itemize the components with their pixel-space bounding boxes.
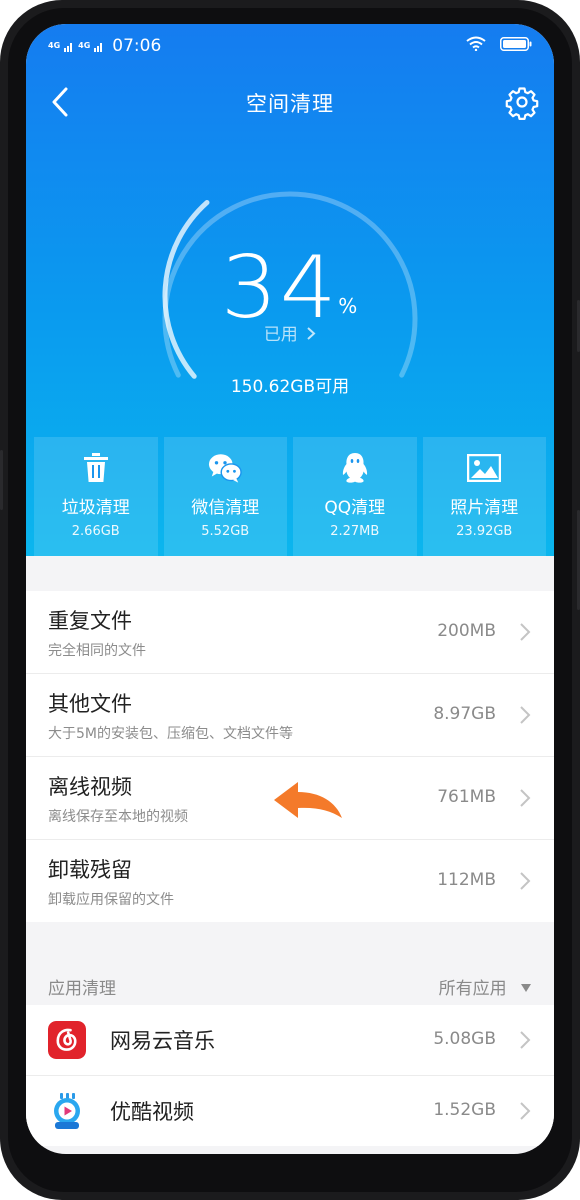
available-space: 150.62GB可用: [230, 377, 350, 397]
item-subtitle: 大于5M的安装包、压缩包、文档文件等: [48, 726, 293, 742]
item-title: 离线视频: [48, 775, 132, 799]
app-name: 网易云音乐: [110, 1029, 215, 1053]
app-filter-label: 所有应用: [438, 979, 507, 999]
clock: 07:06: [112, 36, 162, 56]
item-size: 761MB: [437, 787, 496, 807]
item-subtitle: 卸载应用保留的文件: [48, 892, 174, 908]
tile-junk-clean[interactable]: 垃圾清理 2.66GB: [34, 437, 158, 557]
app-list: 网易云音乐 5.08GB 优酷视频 1.52GB: [26, 1005, 554, 1146]
tile-photo-clean[interactable]: 照片清理 23.92GB: [422, 437, 546, 557]
tile-size: 5.52GB: [201, 524, 250, 539]
used-label: 已用: [263, 325, 298, 345]
photo-icon: [467, 454, 502, 482]
list-item-other-files[interactable]: 其他文件 大于5M的安装包、压缩包、文档文件等 8.97GB: [26, 674, 554, 757]
side-key: [0, 450, 3, 510]
usage-percent-sign: %: [338, 294, 358, 318]
item-title: 卸载残留: [48, 858, 132, 882]
list-item-uninstall-residue[interactable]: 卸载残留 卸载应用保留的文件 112MB: [26, 840, 554, 922]
chevron-right-icon: [520, 623, 531, 641]
gear-icon[interactable]: [504, 84, 540, 120]
item-subtitle: 离线保存至本地的视频: [48, 809, 188, 825]
tile-name: 微信清理: [191, 498, 260, 518]
tile-qq-clean[interactable]: QQ清理 2.27MB: [293, 437, 417, 557]
chevron-right-icon: [520, 872, 531, 890]
tile-name: QQ清理: [324, 498, 386, 518]
status-bar: 4G 4G 07:06: [26, 24, 554, 64]
storage-hero: 4G 4G 07:06 空间清理 34% 已用 150.62GB可用 垃圾清理 …: [26, 24, 554, 557]
screen: 4G 4G 07:06 空间清理 34% 已用 150.62GB可用 垃圾清理 …: [26, 24, 554, 1154]
item-size: 112MB: [437, 870, 496, 890]
item-size: 8.97GB: [433, 704, 496, 724]
item-title: 其他文件: [48, 692, 132, 716]
chevron-right-icon: [307, 327, 316, 340]
chevron-right-icon: [520, 706, 531, 724]
tile-size: 23.92GB: [456, 524, 513, 539]
app-filter-dropdown[interactable]: 所有应用: [439, 974, 532, 999]
file-category-list: 重复文件 完全相同的文件 200MB 其他文件 大于5M的安装包、压缩包、文档文…: [26, 591, 554, 922]
top-bar: 空间清理: [26, 80, 554, 124]
tile-size: 2.27MB: [330, 524, 380, 539]
app-cleanup-label: 应用清理: [48, 979, 116, 999]
signal-bars-icon: [94, 42, 103, 52]
list-item-duplicate-files[interactable]: 重复文件 完全相同的文件 200MB: [26, 591, 554, 674]
used-link[interactable]: 已用: [26, 320, 554, 345]
page-title: 空间清理: [246, 92, 334, 116]
app-cleanup-header: 应用清理 所有应用: [26, 962, 554, 1006]
list-item-youku[interactable]: 优酷视频 1.52GB: [26, 1076, 554, 1146]
chevron-right-icon: [520, 1031, 531, 1049]
qq-penguin-icon: [342, 453, 367, 483]
signal-bars-icon: [64, 42, 73, 52]
phone-frame: 4G 4G 07:06 空间清理 34% 已用 150.62GB可用 垃圾清理 …: [0, 0, 580, 1200]
app-name: 优酷视频: [110, 1100, 194, 1124]
chevron-right-icon: [520, 789, 531, 807]
cleaner-tiles: 垃圾清理 2.66GB 微信清理 5.52GB QQ清理 2.27MB 照片清理…: [34, 437, 546, 557]
tile-name: 垃圾清理: [61, 498, 130, 518]
tile-wechat-clean[interactable]: 微信清理 5.52GB: [163, 437, 287, 557]
item-title: 重复文件: [48, 609, 132, 633]
youku-icon: [54, 1093, 80, 1129]
pointer-arrow-icon: [274, 782, 342, 818]
app-size: 5.08GB: [433, 1029, 496, 1049]
item-subtitle: 完全相同的文件: [48, 643, 146, 659]
caret-down-icon: [521, 984, 531, 992]
app-size: 1.52GB: [433, 1100, 496, 1120]
tile-name: 照片清理: [450, 498, 519, 518]
signal-4g-2: 4G: [78, 41, 91, 50]
wechat-icon: [209, 454, 243, 483]
trash-icon: [83, 453, 108, 482]
tile-size: 2.66GB: [71, 524, 120, 539]
item-size: 200MB: [437, 621, 496, 641]
chevron-right-icon: [520, 1102, 531, 1120]
battery-icon: [500, 36, 532, 51]
netease-music-icon: [48, 1021, 86, 1059]
signal-4g-1: 4G: [48, 41, 61, 50]
wifi-icon: [466, 36, 486, 51]
list-item-netease-music[interactable]: 网易云音乐 5.08GB: [26, 1005, 554, 1076]
